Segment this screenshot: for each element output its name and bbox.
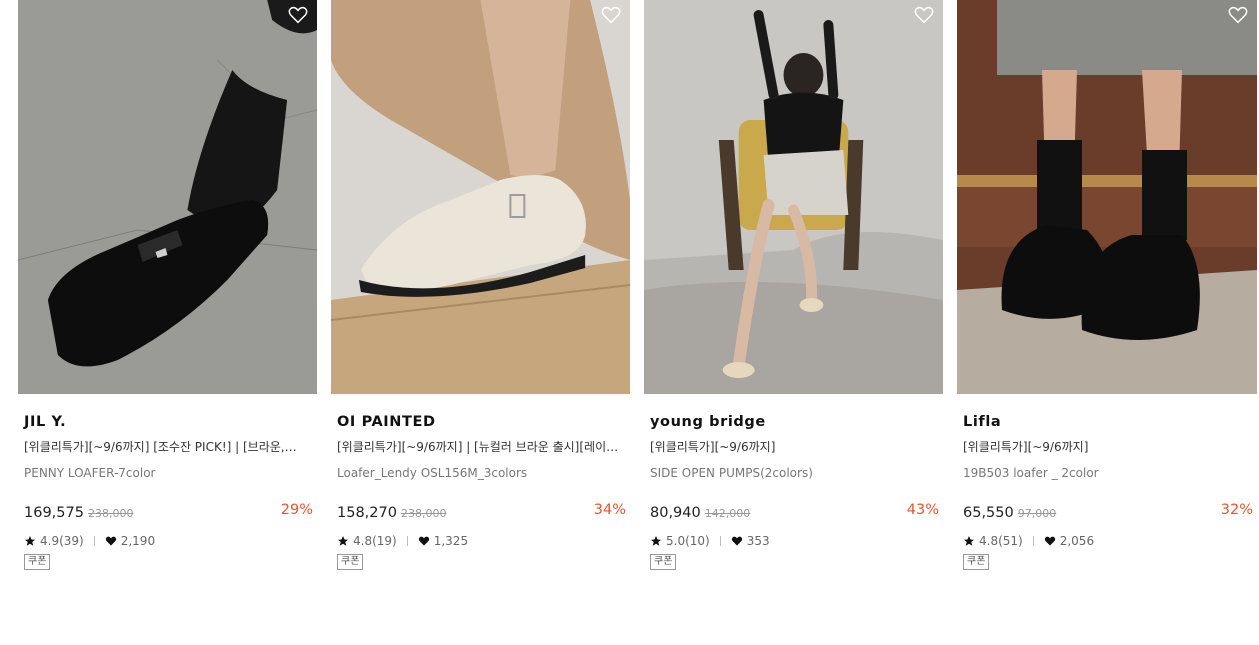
heart-icon (418, 535, 430, 547)
coupon-badge: 쿠폰 (650, 554, 676, 570)
wishlist-heart-icon[interactable] (287, 4, 309, 26)
product-photo (957, 0, 1257, 394)
promo-text[interactable]: [위클리특가][~9/6까지] (650, 439, 939, 455)
discount-rate: 32% (1221, 502, 1253, 518)
product-name[interactable]: SIDE OPEN PUMPS(2colors) (650, 465, 939, 481)
rating-value: 4.8(19) (353, 534, 397, 548)
divider (1033, 536, 1034, 546)
price-row: 158,270 238,000 34% (337, 502, 626, 522)
price-row: 65,550 97,000 32% (963, 502, 1253, 522)
product-name[interactable]: Loafer_Lendy OSL156M_3colors (337, 465, 626, 481)
product-photo (18, 0, 317, 394)
star-icon (650, 535, 662, 547)
star-icon (963, 535, 975, 547)
product-name[interactable]: PENNY LOAFER-7color (24, 465, 313, 481)
promo-text[interactable]: [위클리특가][~9/6까지] [조수잔 PICK!] | [브라운,크림 추가… (24, 439, 313, 455)
discount-rate: 43% (907, 502, 939, 518)
discount-rate: 34% (594, 502, 626, 518)
original-price: 142,000 (705, 507, 751, 520)
coupon-badge: 쿠폰 (337, 554, 363, 570)
product-card[interactable]: young bridge [위클리특가][~9/6까지] SIDE OPEN P… (644, 0, 943, 570)
rating-row: 4.8(51) 2,056 (963, 533, 1253, 549)
product-image[interactable] (331, 0, 630, 394)
promo-text[interactable]: [위클리특가][~9/6까지] | [뉴컬러 브라운 출시][레이디제인 착용] (337, 439, 626, 455)
discount-rate: 29% (281, 502, 313, 518)
star-icon (24, 535, 36, 547)
divider (720, 536, 721, 546)
product-card[interactable]: JIL Y. [위클리특가][~9/6까지] [조수잔 PICK!] | [브라… (18, 0, 317, 570)
original-price: 238,000 (401, 507, 447, 520)
star-icon (337, 535, 349, 547)
original-price: 97,000 (1018, 507, 1057, 520)
rating-value: 5.0(10) (666, 534, 710, 548)
sale-price: 169,575 (24, 505, 84, 521)
like-count: 2,056 (1060, 534, 1094, 548)
rating-value: 4.9(39) (40, 534, 84, 548)
heart-icon (105, 535, 117, 547)
like-count: 2,190 (121, 534, 155, 548)
brand-name[interactable]: young bridge (650, 413, 939, 431)
wishlist-heart-icon[interactable] (913, 4, 935, 26)
brand-name[interactable]: OI PAINTED (337, 413, 626, 431)
rating-row: 5.0(10) 353 (650, 533, 939, 549)
product-photo (331, 0, 630, 394)
sale-price: 158,270 (337, 505, 397, 521)
product-image[interactable] (644, 0, 943, 394)
product-card[interactable]: OI PAINTED [위클리특가][~9/6까지] | [뉴컬러 브라운 출시… (331, 0, 630, 570)
divider (407, 536, 408, 546)
brand-name[interactable]: JIL Y. (24, 413, 313, 431)
wishlist-heart-icon[interactable] (1227, 4, 1249, 26)
product-image[interactable] (957, 0, 1257, 394)
coupon-badge: 쿠폰 (24, 554, 50, 570)
coupon-badge: 쿠폰 (963, 554, 989, 570)
product-photo (644, 0, 943, 394)
product-image[interactable] (18, 0, 317, 394)
heart-icon (731, 535, 743, 547)
rating-value: 4.8(51) (979, 534, 1023, 548)
divider (94, 536, 95, 546)
heart-icon (1044, 535, 1056, 547)
rating-row: 4.9(39) 2,190 (24, 533, 313, 549)
like-count: 353 (747, 534, 770, 548)
price-row: 169,575 238,000 29% (24, 502, 313, 522)
rating-row: 4.8(19) 1,325 (337, 533, 626, 549)
wishlist-heart-icon[interactable] (600, 4, 622, 26)
brand-name[interactable]: Lifla (963, 413, 1253, 431)
price-row: 80,940 142,000 43% (650, 502, 939, 522)
promo-text[interactable]: [위클리특가][~9/6까지] (963, 439, 1253, 455)
product-card[interactable]: Lifla [위클리특가][~9/6까지] 19B503 loafer _ 2c… (957, 0, 1257, 570)
like-count: 1,325 (434, 534, 468, 548)
original-price: 238,000 (88, 507, 134, 520)
sale-price: 65,550 (963, 505, 1014, 521)
product-name[interactable]: 19B503 loafer _ 2color (963, 465, 1253, 481)
sale-price: 80,940 (650, 505, 701, 521)
